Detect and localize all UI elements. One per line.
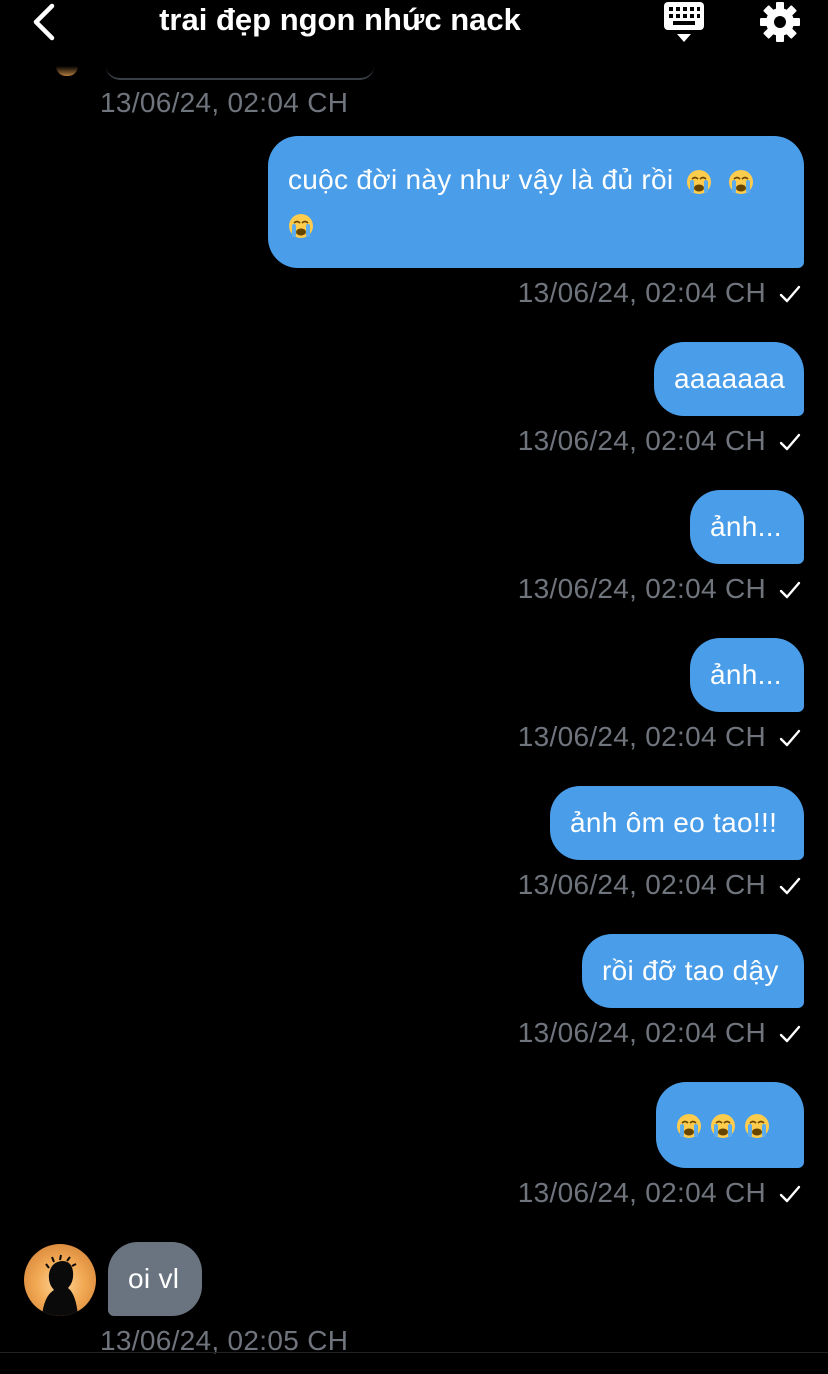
contact-avatar[interactable] [24, 1244, 96, 1316]
message-text: cuộc đời này như vậy là đủ rồi [288, 164, 674, 195]
check-icon [779, 1025, 801, 1043]
chat-header: trai đẹp ngon nhức nack [0, 0, 828, 48]
divider [0, 1352, 828, 1353]
incoming-message-bubble[interactable]: oi vl [108, 1242, 202, 1316]
silhouette-icon [42, 1254, 78, 1316]
chat-title: trai đẹp ngon nhức nack [159, 2, 521, 37]
message-timestamp: 13/06/24, 02:04 CH [100, 87, 349, 118]
crying-emoji-icon [728, 169, 753, 194]
message-text: ảnh... [710, 511, 782, 542]
message-text: rồi đỡ tao dậy [602, 955, 779, 986]
message-timestamp: 13/06/24, 02:04 CH [517, 1017, 766, 1048]
outgoing-message-bubble[interactable]: ảnh... [690, 490, 804, 564]
message-timestamp: 13/06/24, 02:04 CH [517, 1177, 766, 1208]
gear-icon[interactable] [758, 0, 802, 44]
outgoing-message-bubble[interactable]: rồi đỡ tao dậy [582, 934, 804, 1008]
message-timestamp: 13/06/24, 02:04 CH [517, 721, 766, 752]
crying-emoji-icon [711, 1113, 735, 1138]
crying-emoji-icon [289, 213, 313, 238]
back-icon[interactable] [28, 2, 64, 42]
message-timestamp: 13/06/24, 02:04 CH [517, 277, 766, 308]
message-text: oi vl [128, 1263, 180, 1294]
previous-avatar-edge [56, 66, 78, 76]
message-text: ảnh ôm eo tao!!! [570, 807, 778, 838]
message-timestamp: 13/06/24, 02:04 CH [517, 869, 766, 900]
check-icon [779, 581, 801, 599]
check-icon [779, 877, 801, 895]
outgoing-message-bubble[interactable]: ảnh ôm eo tao!!! [550, 786, 804, 860]
message-timestamp: 13/06/24, 02:04 CH [517, 573, 766, 604]
message-text: aaaaaaa [674, 363, 786, 394]
outgoing-message-bubble[interactable]: ảnh... [690, 638, 804, 712]
message-text: ảnh... [710, 659, 782, 690]
crying-emoji-icon [745, 1113, 769, 1138]
message-timestamp: 13/06/24, 02:04 CH [517, 425, 766, 456]
crying-emoji-icon [686, 169, 711, 194]
previous-bubble-edge [106, 62, 374, 80]
check-icon [779, 433, 801, 451]
check-icon [779, 1185, 801, 1203]
outgoing-message-bubble[interactable] [656, 1082, 804, 1168]
outgoing-message-bubble[interactable]: aaaaaaa [654, 342, 804, 416]
keyboard-icon[interactable] [662, 0, 706, 44]
check-icon [779, 285, 801, 303]
crying-emoji-icon [677, 1113, 701, 1138]
check-icon [779, 729, 801, 747]
outgoing-message-bubble[interactable]: cuộc đời này như vậy là đủ rồi [268, 136, 804, 268]
